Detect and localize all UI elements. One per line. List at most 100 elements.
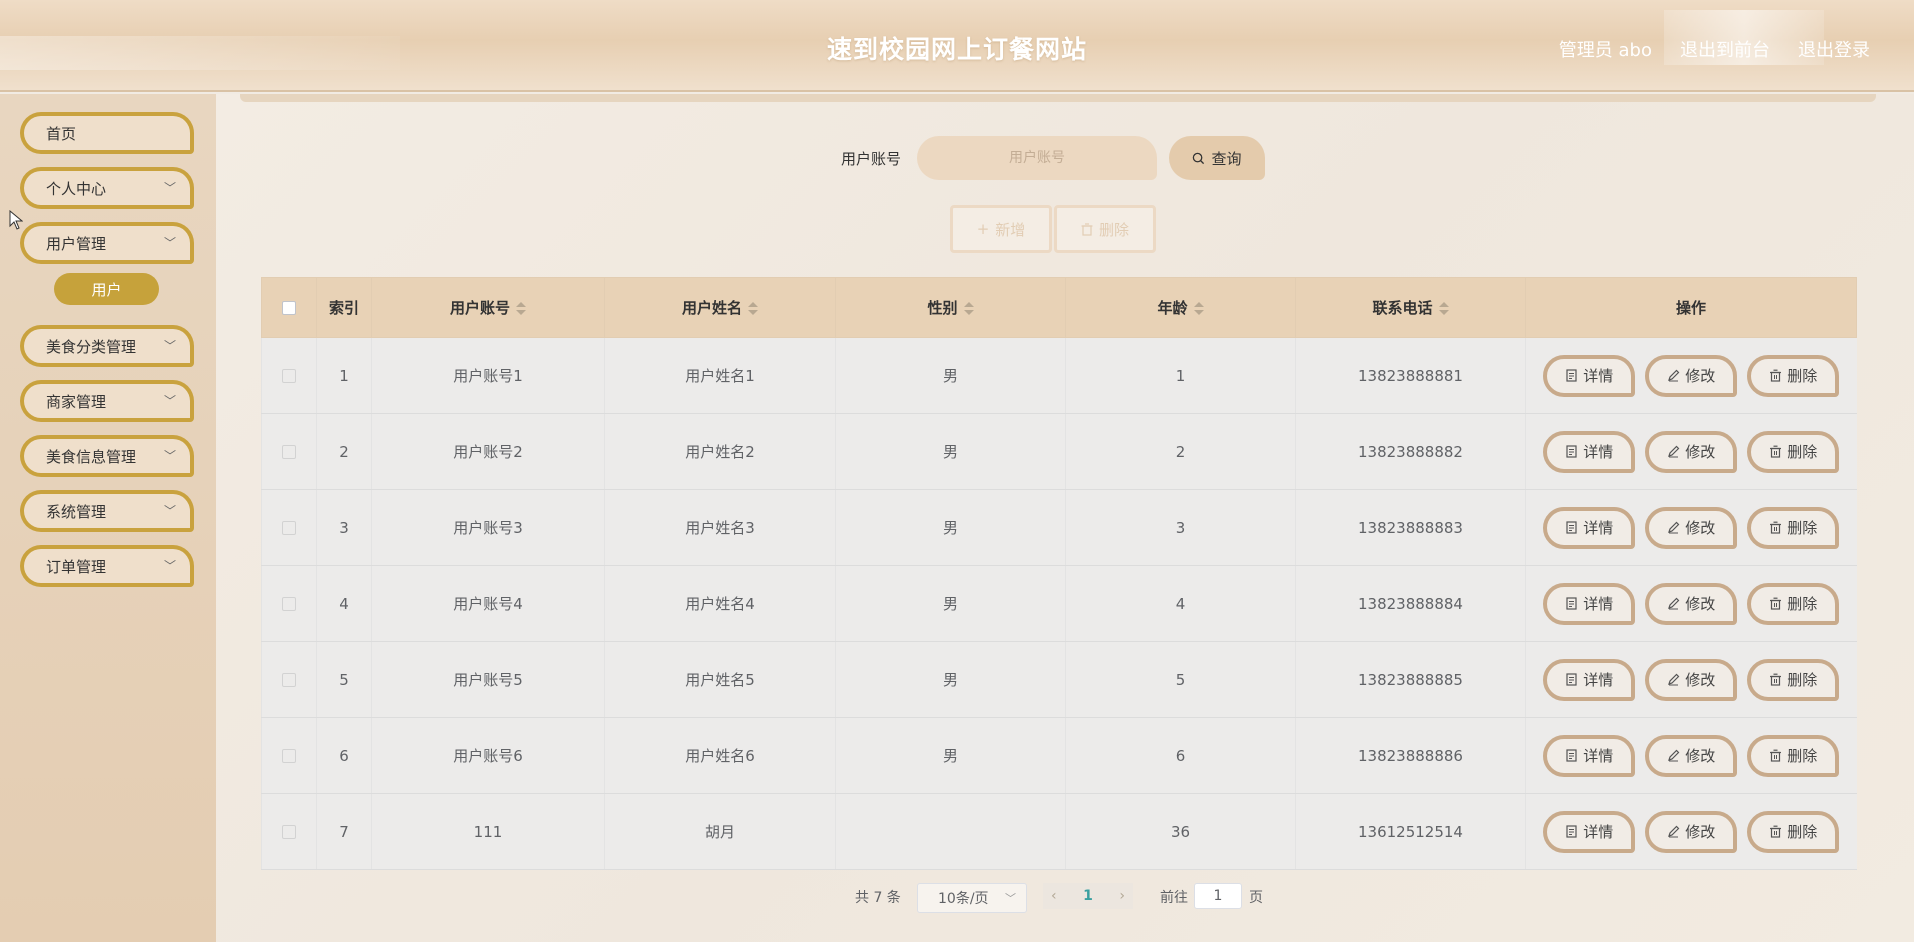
row-detail-button[interactable]: 详情 [1543, 582, 1636, 625]
row-detail-button[interactable]: 详情 [1543, 430, 1636, 473]
sidebar-item-label: 系统管理 [46, 502, 107, 521]
row-checkbox[interactable] [282, 825, 296, 839]
row-edit-button[interactable]: 修改 [1645, 354, 1738, 397]
table-row: 3 用户账号3 用户姓名3 男 3 13823888883 详情 修改 删除 [261, 489, 1857, 566]
row-delete-label: 删除 [1787, 671, 1818, 689]
prev-page-icon[interactable]: ‹ [1051, 888, 1057, 904]
cell-index: 2 [316, 413, 372, 490]
row-detail-label: 详情 [1583, 519, 1614, 537]
cell-phone: 13823888883 [1295, 489, 1526, 566]
next-page-icon[interactable]: › [1119, 888, 1125, 904]
goto-page-input[interactable] [1194, 883, 1242, 909]
col-header-account[interactable]: 用户账号 [371, 277, 605, 338]
row-edit-button[interactable]: 修改 [1645, 430, 1738, 473]
chevron-down-icon: ﹀ [164, 339, 177, 353]
submenu-item-user[interactable]: 用户 [54, 273, 159, 305]
col-header-age[interactable]: 年龄 [1065, 277, 1296, 338]
cell-account: 用户账号4 [371, 565, 605, 642]
cell-account: 用户账号2 [371, 413, 605, 490]
batch-delete-button[interactable]: 删除 [1054, 205, 1156, 253]
sort-icon[interactable] [516, 301, 526, 317]
logout-link[interactable]: 退出登录 [1798, 36, 1870, 62]
row-checkbox[interactable] [282, 673, 296, 687]
col-header-name-label: 用户姓名 [681, 299, 742, 317]
search-input[interactable] [917, 136, 1157, 180]
row-checkbox[interactable] [282, 521, 296, 535]
document-icon [1566, 369, 1577, 382]
sidebar-item-label: 首页 [46, 124, 77, 143]
sidebar-item-order-management[interactable]: 订单管理 ﹀ [20, 545, 194, 587]
col-header-phone[interactable]: 联系电话 [1295, 277, 1526, 338]
edit-icon [1668, 597, 1680, 610]
search-button[interactable]: 查询 [1169, 136, 1265, 180]
main-topbar [240, 94, 1876, 102]
cell-gender: 男 [835, 337, 1066, 414]
cell-phone: 13823888884 [1295, 565, 1526, 642]
cell-account: 用户账号3 [371, 489, 605, 566]
page-number-current[interactable]: 1 [1083, 888, 1093, 904]
sort-icon[interactable] [963, 301, 974, 317]
col-header-gender[interactable]: 性别 [835, 277, 1066, 338]
row-edit-button[interactable]: 修改 [1645, 658, 1738, 701]
row-delete-label: 删除 [1787, 823, 1818, 841]
cell-phone: 13823888886 [1295, 717, 1526, 794]
page-suffix-label: 页 [1249, 890, 1263, 906]
cell-phone: 13823888885 [1295, 641, 1526, 718]
table-row: 1 用户账号1 用户姓名1 男 1 13823888881 详情 修改 删除 [261, 337, 1857, 414]
sidebar-item-personal-center[interactable]: 个人中心 ﹀ [20, 167, 194, 209]
sidebar-item-system-management[interactable]: 系统管理 ﹀ [20, 490, 194, 532]
row-delete-button[interactable]: 删除 [1747, 658, 1840, 701]
row-select-cell [261, 641, 317, 718]
row-checkbox[interactable] [282, 597, 296, 611]
select-all-checkbox[interactable] [282, 301, 296, 315]
row-checkbox[interactable] [282, 749, 296, 763]
row-delete-button[interactable]: 删除 [1747, 354, 1840, 397]
row-detail-button[interactable]: 详情 [1543, 506, 1636, 549]
sort-icon[interactable] [748, 301, 758, 317]
row-delete-button[interactable]: 删除 [1747, 430, 1840, 473]
sidebar-item-merchant-management[interactable]: 商家管理 ﹀ [20, 380, 194, 422]
col-header-name[interactable]: 用户姓名 [604, 277, 836, 338]
row-edit-button[interactable]: 修改 [1645, 734, 1738, 777]
sort-icon[interactable] [1193, 301, 1204, 317]
row-detail-label: 详情 [1583, 367, 1614, 385]
cell-phone: 13823888881 [1295, 337, 1526, 414]
sidebar-item-food-category-management[interactable]: 美食分类管理 ﹀ [20, 325, 194, 367]
row-detail-button[interactable]: 详情 [1543, 734, 1636, 777]
sidebar-item-user-management[interactable]: 用户管理 ﹀ [20, 222, 194, 264]
add-button[interactable]: + 新增 [950, 205, 1052, 253]
sort-icon[interactable] [1438, 301, 1449, 317]
row-delete-button[interactable]: 删除 [1747, 506, 1840, 549]
row-edit-label: 修改 [1685, 443, 1716, 461]
row-edit-button[interactable]: 修改 [1645, 506, 1738, 549]
top-header: 速到校园网上订餐网站 管理员 abo 退出到前台 退出登录 [0, 0, 1914, 92]
cell-name: 用户姓名1 [604, 337, 836, 414]
table-header-row: 索引 用户账号 用户姓名 性别 年龄 联系电话 操作 [261, 277, 1857, 338]
row-detail-button[interactable]: 详情 [1543, 354, 1636, 397]
sidebar-item-home[interactable]: 首页 [20, 112, 194, 154]
cell-gender: 男 [835, 717, 1066, 794]
row-edit-label: 修改 [1685, 595, 1716, 613]
edit-icon [1668, 825, 1680, 838]
row-detail-button[interactable]: 详情 [1543, 658, 1636, 701]
mouse-cursor-icon [9, 210, 23, 230]
col-header-actions: 操作 [1525, 277, 1857, 338]
cell-age: 2 [1065, 413, 1296, 490]
row-checkbox[interactable] [282, 445, 296, 459]
table-row: 5 用户账号5 用户姓名5 男 5 13823888885 详情 修改 删除 [261, 641, 1857, 718]
row-delete-button[interactable]: 删除 [1747, 582, 1840, 625]
sidebar-item-food-info-management[interactable]: 美食信息管理 ﹀ [20, 435, 194, 477]
page-size-select[interactable]: 10条/页 ﹀ [917, 883, 1027, 913]
row-detail-button[interactable]: 详情 [1543, 810, 1636, 853]
row-delete-button[interactable]: 删除 [1747, 734, 1840, 777]
row-checkbox[interactable] [282, 369, 296, 383]
row-delete-button[interactable]: 删除 [1747, 810, 1840, 853]
cell-age: 36 [1065, 793, 1296, 870]
col-header-account-label: 用户账号 [449, 299, 510, 317]
row-edit-button[interactable]: 修改 [1645, 582, 1738, 625]
back-to-front-link[interactable]: 退出到前台 [1680, 36, 1770, 62]
sidebar-item-label: 用户管理 [46, 234, 107, 253]
cell-account: 用户账号5 [371, 641, 605, 718]
trash-icon [1770, 521, 1782, 534]
row-edit-button[interactable]: 修改 [1645, 810, 1738, 853]
